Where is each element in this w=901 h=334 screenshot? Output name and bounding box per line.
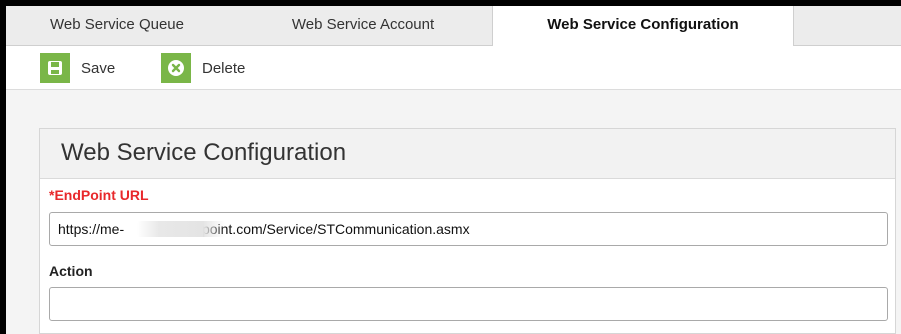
- panel-title: Web Service Configuration: [61, 139, 347, 166]
- web-service-configuration-panel: Web Service Configuration *EndPoint URL …: [39, 128, 896, 334]
- app-frame: Web Service Queue Web Service Account We…: [0, 0, 901, 334]
- action-label: Action: [49, 263, 93, 279]
- toolbar: Save Delete: [6, 46, 901, 90]
- delete-x-icon: [161, 53, 191, 83]
- tab-web-service-account[interactable]: Web Service Account: [260, 6, 466, 46]
- delete-button[interactable]: Delete: [161, 53, 245, 83]
- endpoint-url-label: *EndPoint URL: [49, 187, 149, 203]
- save-icon: [40, 53, 70, 83]
- save-button[interactable]: Save: [40, 53, 115, 83]
- redacted-blur: [137, 221, 225, 237]
- delete-label: Delete: [202, 59, 246, 77]
- action-input[interactable]: [49, 287, 888, 321]
- save-label: Save: [81, 59, 116, 77]
- tab-web-service-queue[interactable]: Web Service Queue: [22, 6, 212, 46]
- tab-web-service-configuration[interactable]: Web Service Configuration: [492, 6, 794, 47]
- panel-header: Web Service Configuration: [40, 129, 895, 179]
- tab-bar: Web Service Queue Web Service Account We…: [6, 6, 901, 47]
